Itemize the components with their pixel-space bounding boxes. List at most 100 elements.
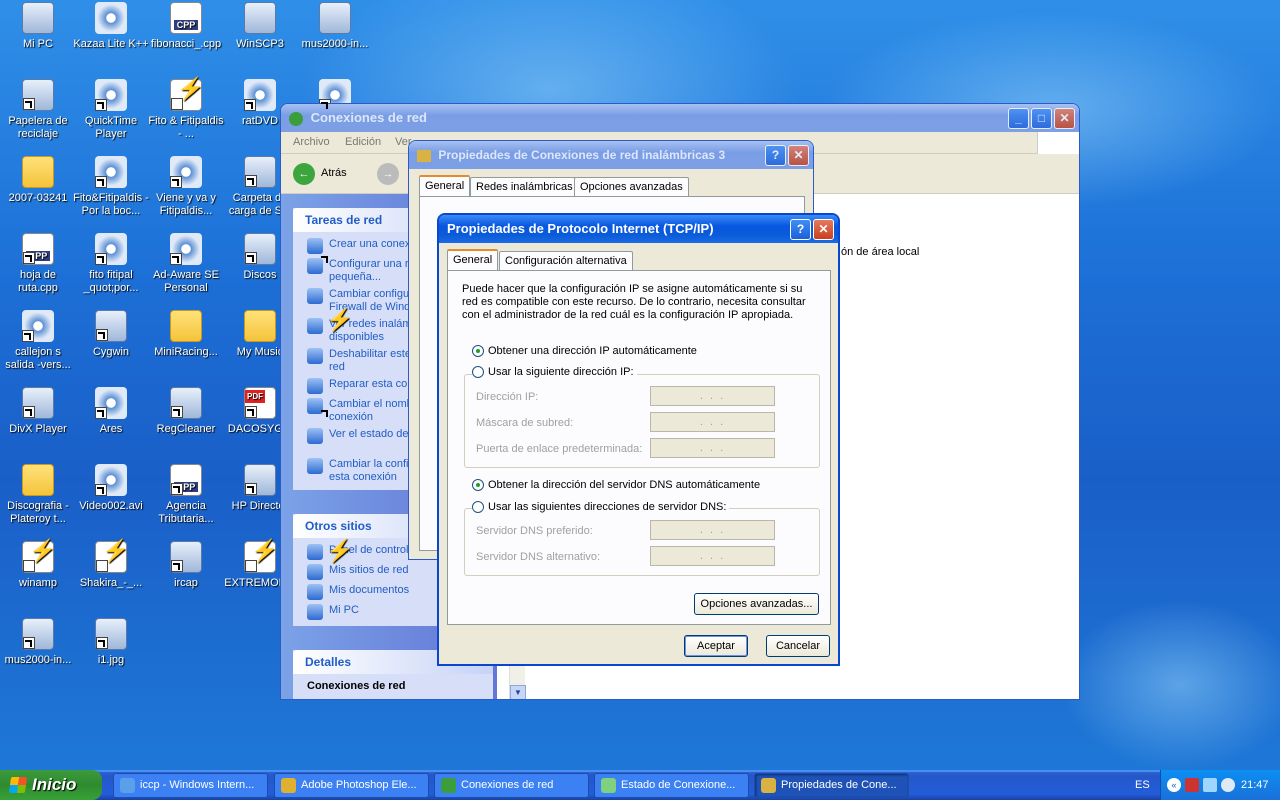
taskbar-app-icon xyxy=(441,778,456,793)
tcpip-dialog-titlebar[interactable]: Propiedades de Protocolo Internet (TCP/I… xyxy=(439,215,838,243)
menu-archivo[interactable]: Archivo xyxy=(293,136,330,148)
desktop-icon[interactable]: winamp xyxy=(0,541,76,590)
other-place-link[interactable]: Mis sitios de red xyxy=(307,564,408,580)
taskbar-item[interactable]: iccp - Windows Intern... xyxy=(113,773,268,798)
pc-icon xyxy=(319,2,351,34)
ok-button[interactable]: Aceptar xyxy=(684,635,748,657)
desktop-icon[interactable]: CPP hoja de ruta.cpp xyxy=(0,233,76,295)
taskbar-item[interactable]: Adobe Photoshop Ele... xyxy=(274,773,429,798)
subnet-mask-label: Máscara de subred: xyxy=(476,417,574,429)
media-icon xyxy=(170,156,202,188)
tab-general[interactable]: General xyxy=(419,175,471,197)
winamp-icon xyxy=(170,79,202,111)
local-area-connection-label[interactable]: ón de área local xyxy=(841,246,919,258)
desktop-icon[interactable]: Fito&Fitipaldis - Por la boc... xyxy=(73,156,149,218)
other-place-link[interactable]: Panel de control xyxy=(307,544,409,560)
desktop-icon[interactable]: Ad-Aware SE Personal xyxy=(148,233,224,295)
desktop-icon[interactable]: mus2000-in... xyxy=(0,618,76,667)
menu-edicion[interactable]: Edición xyxy=(345,136,381,148)
taskbar-item[interactable]: Propiedades de Cone... xyxy=(754,773,909,798)
desktop-icon[interactable]: callejon s salida -vers... xyxy=(0,310,76,372)
other-place-link[interactable]: Mis documentos xyxy=(307,584,409,600)
other-place-link[interactable]: Mi PC xyxy=(307,604,359,620)
forward-arrow-icon[interactable]: → xyxy=(377,163,399,185)
cpp-icon: CPP xyxy=(170,2,202,34)
desktop-icon[interactable]: Mi PC xyxy=(0,2,76,51)
desktop-icon[interactable]: Fito & Fitipaldis - ... xyxy=(148,79,224,141)
scroll-down-arrow-icon[interactable]: ▼ xyxy=(510,685,526,699)
desktop-icon[interactable]: Ares xyxy=(73,387,149,436)
desktop-icon[interactable]: mus2000-in... xyxy=(297,2,373,51)
tray-arrow-icon[interactable]: « xyxy=(1167,778,1181,792)
media-icon xyxy=(95,2,127,34)
network-window-titlebar[interactable]: Conexiones de red _ □ ✕ xyxy=(281,104,1079,132)
ip-auto-radio[interactable]: Obtener una dirección IP automáticamente xyxy=(472,345,697,357)
ip-manual-radio[interactable]: Usar la siguiente dirección IP: xyxy=(472,366,637,378)
task-icon xyxy=(307,378,323,394)
start-button[interactable]: Inicio xyxy=(0,770,102,800)
antivirus-tray-icon[interactable] xyxy=(1185,778,1199,792)
desktop-icon[interactable]: CPP Agencia Tributaria... xyxy=(148,464,224,526)
desktop-icon[interactable]: MiniRacing... xyxy=(148,310,224,359)
wireless-dialog-titlebar[interactable]: Propiedades de Conexiones de red inalámb… xyxy=(409,141,813,169)
close-button[interactable]: ✕ xyxy=(1054,108,1075,129)
volume-tray-icon[interactable] xyxy=(1221,778,1235,792)
cancel-button[interactable]: Cancelar xyxy=(766,635,830,657)
language-indicator[interactable]: ES xyxy=(1135,770,1150,800)
desktop-icon[interactable]: Viene y va y Fitipaldis... xyxy=(148,156,224,218)
desktop-icon[interactable]: CPP fibonacci_.cpp xyxy=(148,2,224,51)
taskbar-item[interactable]: Conexiones de red xyxy=(434,773,589,798)
back-arrow-icon[interactable]: ← xyxy=(293,163,315,185)
desktop-icon[interactable]: Video002.avi xyxy=(73,464,149,513)
details-subtitle: Conexiones de red xyxy=(307,680,406,692)
desktop-icon[interactable]: Shakira_-_... xyxy=(73,541,149,590)
taskbar-item-label: iccp - Windows Intern... xyxy=(140,779,255,791)
wireless-tray-icon[interactable] xyxy=(1203,778,1217,792)
desktop-icon[interactable]: RegCleaner xyxy=(148,387,224,436)
help-button[interactable]: ? xyxy=(765,145,786,166)
minimize-button[interactable]: _ xyxy=(1008,108,1029,129)
desktop-icon[interactable]: Discografia - Plateroy t... xyxy=(0,464,76,526)
help-button[interactable]: ? xyxy=(790,219,811,240)
taskbar-item-label: Adobe Photoshop Ele... xyxy=(301,779,417,791)
desktop-icon[interactable]: Kazaa Lite K++ xyxy=(73,2,149,51)
tab-alternate-config[interactable]: Configuración alternativa xyxy=(499,251,633,271)
desktop-icon[interactable]: WinSCP3 xyxy=(222,2,298,51)
desktop-icon[interactable]: Papelera de reciclaje xyxy=(0,79,76,141)
task-icon xyxy=(307,428,323,444)
dns-manual-radio[interactable]: Usar las siguientes direcciones de servi… xyxy=(472,501,730,513)
tab-general[interactable]: General xyxy=(447,249,499,271)
back-label[interactable]: Atrás xyxy=(321,167,347,179)
desktop-icon[interactable]: i1.jpg xyxy=(73,618,149,667)
desktop-icon-label: MiniRacing... xyxy=(154,346,218,358)
desktop-icon-label: hoja de ruta.cpp xyxy=(18,269,58,294)
close-button[interactable]: ✕ xyxy=(788,145,809,166)
desktop-icon[interactable]: fito fitipal _quot;por... xyxy=(73,233,149,295)
taskbar-app-icon xyxy=(120,778,135,793)
media-icon xyxy=(244,79,276,111)
desktop-icon[interactable]: ircap xyxy=(148,541,224,590)
desktop-icon-label: ircap xyxy=(174,577,198,589)
taskbar-item[interactable]: Estado de Conexione... xyxy=(594,773,749,798)
dns-manual-radio-button[interactable] xyxy=(472,501,484,513)
dns-auto-radio[interactable]: Obtener la dirección del servidor DNS au… xyxy=(472,479,760,491)
desktop-icon[interactable]: Cygwin xyxy=(73,310,149,359)
desktop-icon[interactable]: QuickTime Player xyxy=(73,79,149,141)
taskbar: Inicio iccp - Windows Intern... Adobe Pho… xyxy=(0,770,1280,800)
maximize-button[interactable]: □ xyxy=(1031,108,1052,129)
advanced-options-button[interactable]: Opciones avanzadas... xyxy=(694,593,819,615)
dns-auto-radio-button[interactable] xyxy=(472,479,484,491)
close-button[interactable]: ✕ xyxy=(813,219,834,240)
tab-advanced-options[interactable]: Opciones avanzadas xyxy=(574,177,689,197)
ip-auto-radio-button[interactable] xyxy=(472,345,484,357)
desktop-icon-label: mus2000-in... xyxy=(301,38,369,50)
folder-icon xyxy=(170,310,202,342)
desktop-icon-label: Video002.avi xyxy=(79,500,143,512)
ip-manual-radio-button[interactable] xyxy=(472,366,484,378)
desktop-icon[interactable]: DivX Player xyxy=(0,387,76,436)
desktop-icon[interactable]: 2007-03241 xyxy=(0,156,76,205)
clock[interactable]: 21:47 xyxy=(1241,770,1269,800)
folder-icon xyxy=(244,310,276,342)
tab-wireless-networks[interactable]: Redes inalámbricas xyxy=(470,177,579,197)
tcpip-dialog-title: Propiedades de Protocolo Internet (TCP/I… xyxy=(447,221,714,236)
